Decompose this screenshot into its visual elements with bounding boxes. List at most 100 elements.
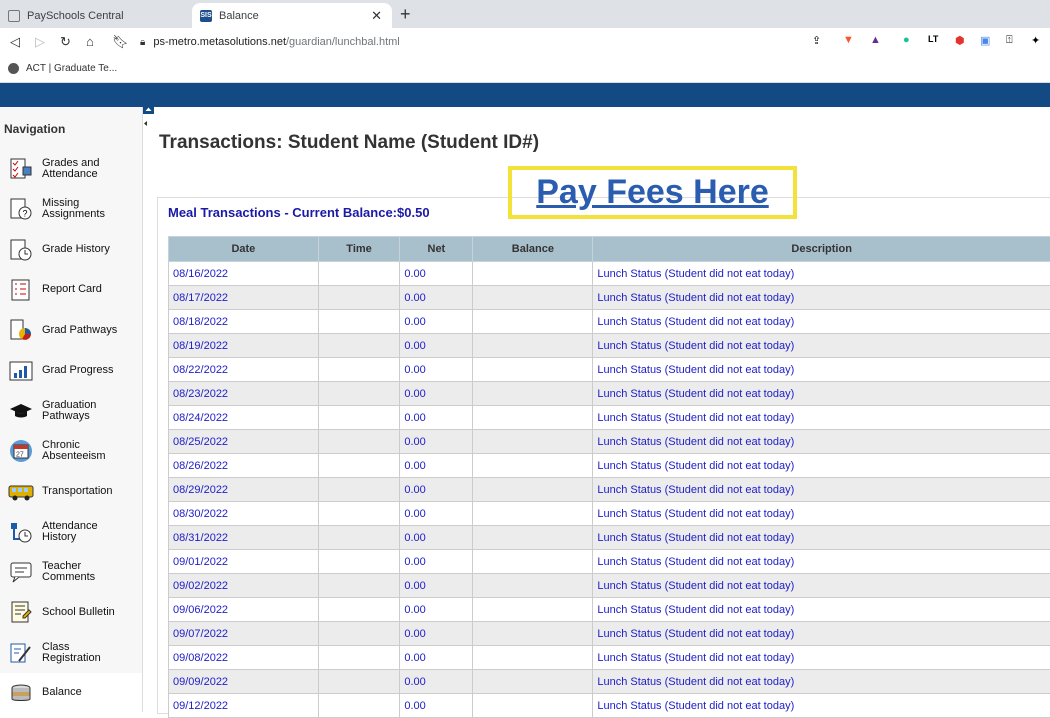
url-path: /guardian/lunchbal.html — [286, 36, 400, 48]
meal-transactions-panel: Meal Transactions - Current Balance:$0.5… — [157, 197, 1050, 714]
table-row: 08/18/20220.00Lunch Status (Student did … — [169, 310, 1050, 334]
grammarly-icon[interactable]: ● — [903, 34, 910, 46]
reload-icon[interactable]: ↻ — [60, 34, 71, 50]
transactions-table: DateTimeNetBalanceDescription 08/16/2022… — [168, 236, 1050, 718]
sidebar-item-label: Missing Assignments — [42, 198, 105, 220]
description-cell: Lunch Status (Student did not eat today) — [593, 622, 1050, 646]
date-cell: 09/09/2022 — [169, 670, 319, 694]
sidebar-item-grades-and-attendance[interactable]: Grades and Attendance — [0, 149, 142, 189]
date-cell: 09/06/2022 — [169, 598, 319, 622]
time-cell — [318, 670, 400, 694]
sidebar-item-label: Chronic Absenteeism — [42, 440, 106, 462]
column-header-balance[interactable]: Balance — [473, 237, 593, 262]
description-cell: Lunch Status (Student did not eat today) — [593, 430, 1050, 454]
grade-history-icon — [8, 237, 34, 263]
comments-icon — [8, 559, 34, 585]
tab-title: PaySchools Central — [27, 10, 124, 22]
net-cell: 0.00 — [400, 622, 473, 646]
description-cell: Lunch Status (Student did not eat today) — [593, 286, 1050, 310]
sidebar-item-grad-progress[interactable]: Grad Progress — [0, 351, 142, 391]
bookmark-act[interactable]: ACT | Graduate Te... — [26, 63, 117, 74]
sidebar-item-balance[interactable]: Balance — [0, 673, 142, 713]
column-header-date[interactable]: Date — [169, 237, 319, 262]
sidebar-item-transportation[interactable]: Transportation — [0, 471, 142, 511]
address-bar[interactable]: 🔒︎ ps-metro.metasolutions.net/guardian/l… — [140, 31, 840, 53]
description-cell: Lunch Status (Student did not eat today) — [593, 406, 1050, 430]
date-cell: 08/31/2022 — [169, 526, 319, 550]
sidebar-toggle-icons[interactable] — [142, 104, 156, 128]
time-cell — [318, 358, 400, 382]
close-tab-icon[interactable]: ✕ — [371, 8, 382, 24]
sidebar-item-grade-history[interactable]: Grade History — [0, 230, 142, 270]
sidebar-item-chronic-absenteeism[interactable]: 27 Chronic Absenteeism — [0, 431, 142, 471]
translate-icon[interactable]: ▣ — [980, 34, 990, 47]
date-cell: 08/26/2022 — [169, 454, 319, 478]
sidebar-item-label: Report Card — [42, 284, 102, 295]
net-cell: 0.00 — [400, 574, 473, 598]
description-cell: Lunch Status (Student did not eat today) — [593, 646, 1050, 670]
time-cell — [318, 406, 400, 430]
column-header-time[interactable]: Time — [318, 237, 400, 262]
page-icon — [8, 10, 20, 22]
column-header-net[interactable]: Net — [400, 237, 473, 262]
tab-balance[interactable]: SIS Balance ✕ — [192, 3, 392, 28]
sidebar-item-school-bulletin[interactable]: School Bulletin — [0, 592, 142, 632]
extension-icon[interactable]: ⍐ — [1006, 34, 1013, 47]
column-header-description[interactable]: Description — [593, 237, 1050, 262]
time-cell — [318, 694, 400, 718]
net-cell: 0.00 — [400, 502, 473, 526]
sis-icon: SIS — [200, 10, 212, 22]
pay-fees-link[interactable]: Pay Fees Here — [536, 173, 769, 212]
sidebar-item-label: School Bulletin — [42, 607, 115, 618]
sidebar-item-label: Grad Progress — [42, 365, 114, 376]
sidebar-item-class-registration[interactable]: Class Registration — [0, 633, 142, 673]
calendar-icon: 27 — [8, 438, 34, 464]
table-row: 08/25/20220.00Lunch Status (Student did … — [169, 430, 1050, 454]
sidebar: Navigation Grades and Attendance?Missing… — [0, 107, 143, 712]
bookmark-icon[interactable]: 🔖︎ — [112, 34, 129, 50]
languagetool-icon[interactable]: LT — [928, 34, 938, 44]
share-icon[interactable]: ⇪ — [812, 34, 821, 47]
time-cell — [318, 622, 400, 646]
time-cell — [318, 430, 400, 454]
sidebar-item-attendance-history[interactable]: Attendance History — [0, 512, 142, 552]
net-cell: 0.00 — [400, 310, 473, 334]
table-row: 09/06/20220.00Lunch Status (Student did … — [169, 598, 1050, 622]
forward-icon[interactable]: ▷ — [35, 34, 45, 50]
puzzle-icon[interactable]: ✦ — [1031, 34, 1040, 47]
sidebar-item-missing-assignments[interactable]: ?Missing Assignments — [0, 189, 142, 229]
balance-cell — [473, 502, 593, 526]
table-row: 09/07/20220.00Lunch Status (Student did … — [169, 622, 1050, 646]
grad-progress-icon — [8, 358, 34, 384]
date-cell: 08/17/2022 — [169, 286, 319, 310]
sidebar-item-label: Class Registration — [42, 642, 101, 664]
time-cell — [318, 334, 400, 358]
sidebar-item-grad-pathways[interactable]: Grad Pathways — [0, 310, 142, 350]
sidebar-item-graduation-pathways[interactable]: Graduation Pathways — [0, 391, 142, 431]
time-cell — [318, 286, 400, 310]
balance-cell — [473, 478, 593, 502]
time-cell — [318, 454, 400, 478]
tab-payschools[interactable]: PaySchools Central — [0, 3, 190, 28]
grad-pathways-icon — [8, 317, 34, 343]
brave-shield-icon[interactable]: ▼ — [843, 34, 854, 46]
balance-cell — [473, 310, 593, 334]
registration-icon — [8, 640, 34, 666]
date-cell: 08/22/2022 — [169, 358, 319, 382]
net-cell: 0.00 — [400, 694, 473, 718]
new-tab-button[interactable]: + — [400, 4, 411, 25]
adblock-icon[interactable]: ⬢ — [955, 34, 965, 47]
table-row: 08/30/20220.00Lunch Status (Student did … — [169, 502, 1050, 526]
back-icon[interactable]: ◁ — [10, 34, 20, 50]
time-cell — [318, 310, 400, 334]
sidebar-item-teacher-comments[interactable]: Teacher Comments — [0, 552, 142, 592]
description-cell: Lunch Status (Student did not eat today) — [593, 478, 1050, 502]
sidebar-item-report-card[interactable]: Report Card — [0, 270, 142, 310]
home-icon[interactable]: ⌂ — [86, 34, 94, 49]
lock-icon: 🔒︎ — [140, 37, 145, 48]
date-cell: 09/08/2022 — [169, 646, 319, 670]
panel-title: Meal Transactions - Current Balance:$0.5… — [168, 205, 430, 220]
description-cell: Lunch Status (Student did not eat today) — [593, 454, 1050, 478]
brave-rewards-icon[interactable]: ▲ — [870, 34, 881, 46]
table-row: 09/12/20220.00Lunch Status (Student did … — [169, 694, 1050, 718]
